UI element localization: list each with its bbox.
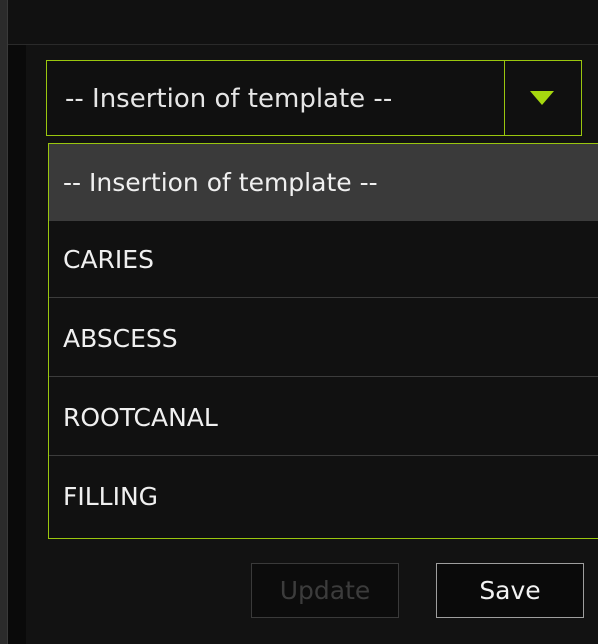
window-left-divider (7, 0, 8, 644)
save-button[interactable]: Save (436, 563, 584, 618)
update-button[interactable]: Update (251, 563, 399, 618)
dropdown-option-insertion-of-template[interactable]: -- Insertion of template -- (49, 144, 598, 221)
dropdown-option-caries[interactable]: CARIES (49, 221, 598, 298)
template-select[interactable]: -- Insertion of template -- (46, 60, 582, 136)
template-dropdown-list: -- Insertion of template -- CARIES ABSCE… (48, 143, 598, 539)
top-bar (8, 0, 598, 45)
template-select-value: -- Insertion of template -- (65, 84, 393, 114)
dropdown-option-rootcanal[interactable]: ROOTCANAL (49, 379, 598, 456)
dropdown-option-filling[interactable]: FILLING (49, 458, 598, 535)
dropdown-option-abscess[interactable]: ABSCESS (49, 300, 598, 377)
triangle-down-icon (530, 91, 554, 105)
window-left-edge (0, 0, 7, 644)
dropdown-toggle-button[interactable] (504, 61, 581, 135)
